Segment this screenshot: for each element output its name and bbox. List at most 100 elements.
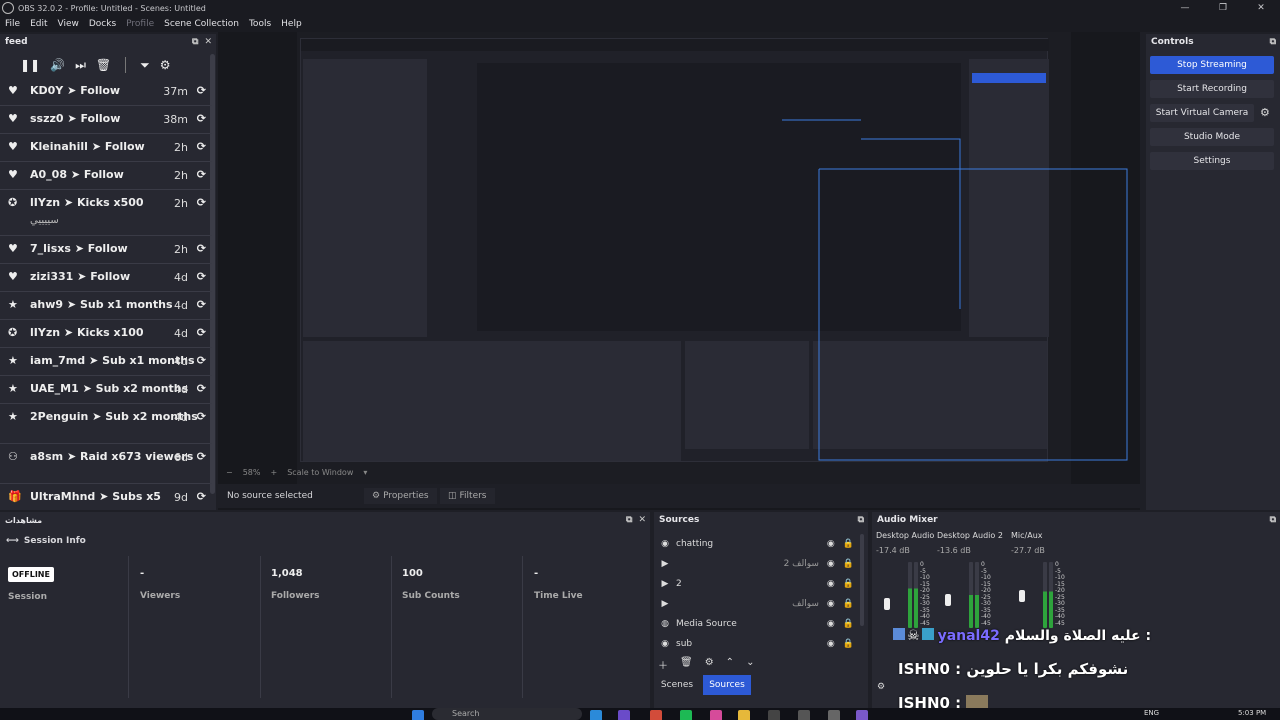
float-icon[interactable]: ⧉ [1270, 34, 1276, 50]
sources-scrollbar[interactable] [860, 534, 864, 626]
feed-item[interactable]: ⚇ a8sm ➤ Raid x673 viewers 6d ⟳ [0, 444, 212, 484]
tab-scenes[interactable]: Scenes [654, 675, 700, 695]
lock-icon[interactable]: 🔒 [843, 559, 854, 569]
replay-icon[interactable]: ⟳ [197, 450, 206, 463]
replay-icon[interactable]: ⟳ [197, 410, 206, 423]
source-item[interactable]: ◍ Media Source ◉ 🔒 [658, 614, 854, 634]
app-icon[interactable] [650, 710, 662, 720]
eye-icon[interactable]: ◉ [827, 539, 835, 549]
app-icon[interactable] [618, 710, 630, 720]
source-item[interactable]: ◉ sub ◉ 🔒 [658, 634, 854, 654]
app-icon[interactable] [738, 710, 750, 720]
feed-item[interactable]: ★ ahw9 ➤ Sub x1 months 4d ⟳ [0, 292, 212, 320]
lock-icon[interactable]: 🔒 [843, 639, 854, 649]
feed-item[interactable]: ♥ sszz0 ➤ Follow 38m ⟳ [0, 106, 212, 134]
tab-sources[interactable]: Sources [703, 675, 751, 695]
close-icon[interactable]: ✕ [638, 512, 646, 528]
volume-slider[interactable] [945, 594, 951, 606]
app-icon[interactable] [828, 710, 840, 720]
lock-icon[interactable]: 🔒 [843, 579, 854, 589]
maximize-icon[interactable]: ❐ [1204, 0, 1242, 16]
replay-icon[interactable]: ⟳ [197, 354, 206, 367]
eye-icon[interactable]: ◉ [827, 559, 835, 569]
replay-icon[interactable]: ⟳ [197, 140, 206, 153]
obs-taskbar-icon[interactable] [768, 710, 780, 720]
source-item[interactable]: ▶ سوالف 2 ◉ 🔒 [658, 554, 854, 574]
lock-icon[interactable]: 🔒 [843, 539, 854, 549]
stop-streaming-button[interactable]: Stop Streaming [1150, 56, 1274, 74]
zoom-level[interactable]: 58% [243, 468, 261, 477]
source-item[interactable]: ◉ chatting ◉ 🔒 [658, 534, 854, 554]
virtual-camera-gear-icon[interactable]: ⚙ [1260, 106, 1270, 119]
replay-icon[interactable]: ⟳ [197, 490, 206, 503]
preview-canvas[interactable] [218, 32, 1140, 510]
filter-icon[interactable]: ⏷ [140, 58, 150, 73]
float-icon[interactable]: ⧉ [1270, 512, 1276, 528]
eye-icon[interactable]: ◉ [827, 639, 835, 649]
filters-button[interactable]: ◫ Filters [440, 488, 495, 504]
eye-icon[interactable]: ◉ [827, 619, 835, 629]
replay-icon[interactable]: ⟳ [197, 270, 206, 283]
zoom-in-icon[interactable]: + [270, 468, 277, 477]
menu-tools[interactable]: Tools [244, 19, 276, 29]
gear-icon[interactable]: ⚙ [705, 657, 714, 672]
replay-icon[interactable]: ⟳ [197, 298, 206, 311]
feed-item[interactable]: ★ iam_7md ➤ Sub x1 months 4d ⟳ [0, 348, 212, 376]
minimize-icon[interactable]: — [1166, 0, 1204, 16]
eye-icon[interactable]: ◉ [827, 579, 835, 589]
start-virtual-camera-button[interactable]: Start Virtual Camera [1150, 104, 1254, 122]
feed-item[interactable]: ✪ lIYzn ➤ Kicks x100 4d ⟳ [0, 320, 212, 348]
skip-icon[interactable]: ⏭ [75, 58, 86, 73]
menu-file[interactable]: File [0, 19, 25, 29]
studio-mode-button[interactable]: Studio Mode [1150, 128, 1274, 146]
menu-help[interactable]: Help [276, 19, 307, 29]
move-up-icon[interactable]: ⌃ [726, 657, 734, 672]
feed-item[interactable]: ♥ A0_08 ➤ Follow 2h ⟳ [0, 162, 212, 190]
app-icon[interactable] [798, 710, 810, 720]
feed-item[interactable]: ♥ KD0Y ➤ Follow 37m ⟳ [0, 78, 212, 106]
source-item[interactable]: ▶ سوالف ◉ 🔒 [658, 594, 854, 614]
eye-icon[interactable]: ◉ [827, 599, 835, 609]
replay-icon[interactable]: ⟳ [197, 84, 206, 97]
menu-scene-collection[interactable]: Scene Collection [159, 19, 244, 29]
add-icon[interactable]: ＋ [658, 657, 668, 672]
taskbar-search[interactable]: Search [432, 708, 582, 720]
feed-item[interactable]: ♥ Kleinahill ➤ Follow 2h ⟳ [0, 134, 212, 162]
feed-item[interactable]: ★ 2Penguin ➤ Sub x2 months 4d ⟳ [0, 404, 212, 444]
app-icon[interactable] [590, 710, 602, 720]
app-icon[interactable] [680, 710, 692, 720]
volume-slider[interactable] [1019, 590, 1025, 602]
lock-icon[interactable]: 🔒 [843, 599, 854, 609]
float-icon[interactable]: ⧉ [192, 34, 198, 50]
trash-icon[interactable]: 🗑 [680, 657, 693, 672]
menu-profile[interactable]: Profile [121, 19, 159, 29]
clock[interactable]: 5:03 PM [1238, 709, 1266, 717]
mixer-gear-icon[interactable]: ⚙ [877, 682, 885, 692]
start-recording-button[interactable]: Start Recording [1150, 80, 1274, 98]
menu-view[interactable]: View [53, 19, 84, 29]
source-item[interactable]: ▶ 2 ◉ 🔒 [658, 574, 854, 594]
windows-start-icon[interactable] [412, 710, 424, 720]
feed-item[interactable]: ★ UAE_M1 ➤ Sub x2 months 4d ⟳ [0, 376, 212, 404]
volume-slider[interactable] [884, 598, 890, 610]
feed-item[interactable]: ✪ lIYzn ➤ Kicks x500 سييييي 2h ⟳ [0, 190, 212, 236]
feed-item[interactable]: ♥ zizi331 ➤ Follow 4d ⟳ [0, 264, 212, 292]
language-indicator[interactable]: ENG [1144, 709, 1159, 717]
volume-icon[interactable]: 🔊 [50, 58, 65, 72]
trash-icon[interactable]: 🗑 [96, 58, 111, 72]
chevron-down-icon[interactable]: ▾ [363, 468, 367, 477]
float-icon[interactable]: ⧉ [858, 512, 864, 528]
lock-icon[interactable]: 🔒 [843, 619, 854, 629]
gear-icon[interactable]: ⚙ [160, 58, 171, 72]
zoom-out-icon[interactable]: − [226, 468, 233, 477]
move-down-icon[interactable]: ⌄ [746, 657, 754, 672]
scale-mode[interactable]: Scale to Window [287, 468, 353, 477]
replay-icon[interactable]: ⟳ [197, 196, 206, 209]
feed-item[interactable]: ♥ 7_lisxs ➤ Follow 2h ⟳ [0, 236, 212, 264]
close-icon[interactable]: ✕ [204, 34, 212, 50]
app-icon[interactable] [710, 710, 722, 720]
close-icon[interactable]: ✕ [1242, 0, 1280, 16]
float-icon[interactable]: ⧉ [626, 512, 632, 528]
feed-item[interactable]: 🎁 UltraMhnd ➤ Subs x5 9d ⟳ [0, 484, 212, 510]
replay-icon[interactable]: ⟳ [197, 326, 206, 339]
